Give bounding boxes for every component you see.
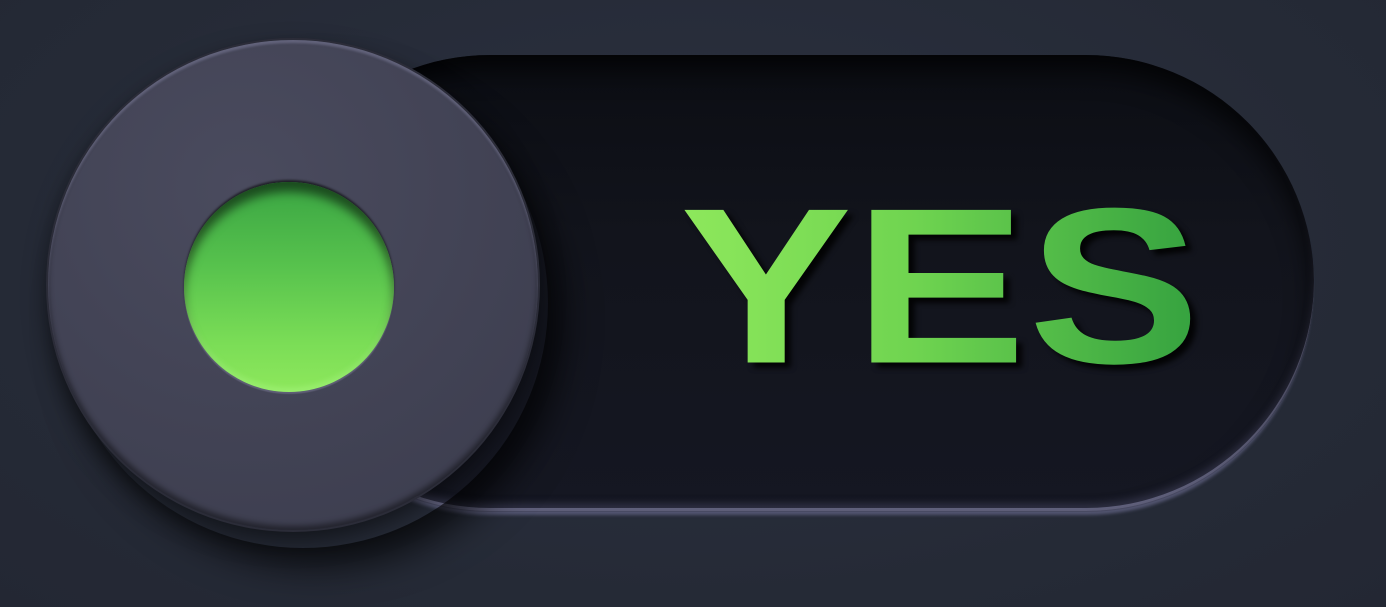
toggle-label-text: YES	[680, 161, 1203, 410]
status-indicator-icon	[184, 182, 394, 392]
toggle-scene: YES	[0, 0, 1386, 607]
toggle-label: YES	[680, 175, 1200, 397]
